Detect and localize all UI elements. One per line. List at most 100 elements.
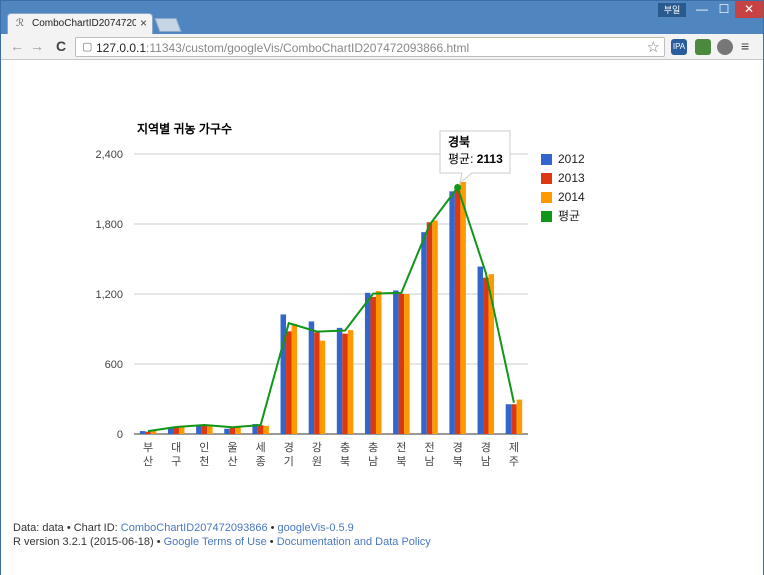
highlighted-point [454, 183, 462, 191]
x-tick-label: 천 [199, 454, 209, 468]
x-tick-label: 북 [453, 455, 463, 468]
bar-2013 [314, 332, 320, 434]
x-tick-label: 남 [424, 455, 434, 468]
bar-2014 [263, 425, 269, 434]
bar-2012 [139, 431, 146, 434]
x-tick-label: 산 [227, 455, 237, 468]
close-window-button[interactable]: ✕ [735, 1, 763, 18]
bar-2012 [336, 327, 343, 434]
x-tick-label: 종 [256, 456, 266, 468]
x-tick-label: 남 [481, 455, 491, 468]
x-tick-label: 대 [171, 441, 181, 454]
legend-label: 2012 [558, 152, 585, 166]
x-tick-label: 인 [199, 441, 209, 454]
browser-window: ℛ ComboChartID20747209 × 부일 — ☐ ✕ ← → C … [0, 0, 764, 575]
browser-toolbar: ← → C ▢ 127.0.0.1:11343/custom/googleVis… [1, 34, 763, 60]
x-tick-label: 구 [171, 456, 181, 468]
x-tick-label: 충 [368, 441, 378, 454]
tooltip-category: 경북 [448, 135, 470, 149]
address-bar[interactable]: ▢ 127.0.0.1:11343/custom/googleVis/Combo… [75, 37, 665, 57]
url-path: :11343/custom/googleVis/ComboChartID2074… [146, 41, 470, 55]
legend-label: 평균 [558, 209, 580, 223]
x-tick-label: 제 [509, 441, 519, 454]
bar-2014 [516, 399, 523, 434]
y-tick-label: 1,800 [95, 219, 123, 231]
legend-swatch-평균 [541, 211, 552, 222]
footer-r-version: R version 3.2.1 (2015-06-18) • [13, 536, 164, 548]
page-icon: ▢ [82, 41, 93, 53]
bar-2012 [364, 292, 371, 434]
googlevis-link[interactable]: googleVis-0.5.9 [278, 522, 354, 534]
legend-label: 2013 [558, 171, 585, 185]
bar-2012 [421, 232, 427, 434]
new-tab-button[interactable] [154, 18, 182, 32]
tooltip-series-label: 평균: [448, 152, 477, 166]
chart-id-link[interactable]: ComboChartID207472093866 [121, 522, 268, 534]
x-tick-label: 울 [227, 441, 237, 454]
minimize-button[interactable]: — [691, 1, 713, 18]
back-arrow-icon[interactable]: ← [9, 38, 25, 54]
x-tick-label: 산 [143, 455, 153, 468]
url-text: 127.0.0.1:11343/custom/googleVis/ComboCh… [96, 41, 469, 55]
tooltip-value-line: 평균: 2113 [448, 152, 503, 166]
x-tick-label: 경 [481, 441, 491, 454]
page-content: 지역별 귀농 가구수 0 600 1,200 1,800 2,400 부 산 대 구 인 천 울 산 세 종 경… [1, 61, 763, 575]
terms-link[interactable]: Google Terms of Use [164, 536, 267, 548]
legend-swatch-2013 [541, 173, 552, 184]
combo-chart: 지역별 귀농 가구수 0 600 1,200 1,800 2,400 부산 대구 인천 울산 세종 경… [95, 121, 585, 468]
x-tick-label: 북 [340, 455, 350, 468]
bar-2013 [257, 425, 264, 434]
browser-tab[interactable]: ℛ ComboChartID20747209 × [7, 13, 153, 34]
bar-2013 [342, 333, 348, 434]
extension-icon[interactable] [695, 39, 711, 55]
bar-2014 [432, 220, 438, 434]
bar-2014 [404, 294, 410, 434]
tab-title: ComboChartID20747209 [32, 18, 136, 29]
ipa-extension-icon[interactable]: IPA [671, 39, 687, 55]
y-tick-label: 600 [105, 359, 123, 371]
footer-separator-2: • [266, 536, 277, 548]
bar-2012 [308, 321, 315, 434]
bar-2013 [173, 427, 179, 434]
x-tick-label: 원 [312, 455, 322, 468]
bar-2013 [483, 277, 489, 434]
legend-swatch-2012 [541, 154, 552, 165]
extension-icon-2[interactable] [717, 39, 733, 55]
bar-2014 [460, 182, 466, 434]
x-tick-label: 기 [284, 455, 294, 468]
r-logo-icon: ℛ [16, 18, 24, 29]
reload-icon[interactable]: C [53, 38, 69, 54]
footer-separator: • [267, 522, 278, 534]
menu-icon[interactable]: ≡ [741, 38, 749, 54]
maximize-button[interactable]: ☐ [713, 1, 735, 18]
bar-2013 [454, 190, 461, 434]
x-tick-label: 경 [284, 441, 294, 454]
tab-close-icon[interactable]: × [140, 16, 147, 30]
bar-2014 [291, 323, 298, 434]
footer-data-text: Data: data • Chart ID: [13, 522, 121, 534]
policy-link[interactable]: Documentation and Data Policy [277, 536, 431, 548]
x-tick-label: 부 [143, 441, 153, 454]
x-tick-label: 충 [340, 441, 350, 454]
y-tick-label: 0 [117, 429, 123, 441]
url-host: 127.0.0.1 [96, 41, 147, 55]
x-tick-label: 북 [396, 455, 406, 468]
chart-title: 지역별 귀농 가구수 [137, 121, 232, 136]
user-badge[interactable]: 부일 [658, 3, 686, 17]
x-tick-label: 강 [312, 441, 322, 454]
footer-line-1: Data: data • Chart ID: ComboChartID20747… [13, 521, 431, 535]
bar-2014 [347, 330, 354, 434]
bookmark-star-icon[interactable]: ☆ [647, 38, 660, 56]
bar-2012 [505, 404, 512, 434]
bar-2013 [286, 331, 292, 434]
bar-2012 [477, 266, 484, 434]
bar-2012 [196, 425, 202, 434]
bar-2014 [375, 291, 382, 434]
bar-2013 [370, 296, 376, 434]
bar-2012 [393, 290, 399, 434]
forward-arrow-icon[interactable]: → [29, 38, 45, 54]
bar-2013 [201, 425, 208, 434]
x-tick-label: 주 [509, 456, 519, 468]
x-tick-label: 전 [424, 441, 434, 454]
x-tick-label: 경 [453, 441, 463, 454]
